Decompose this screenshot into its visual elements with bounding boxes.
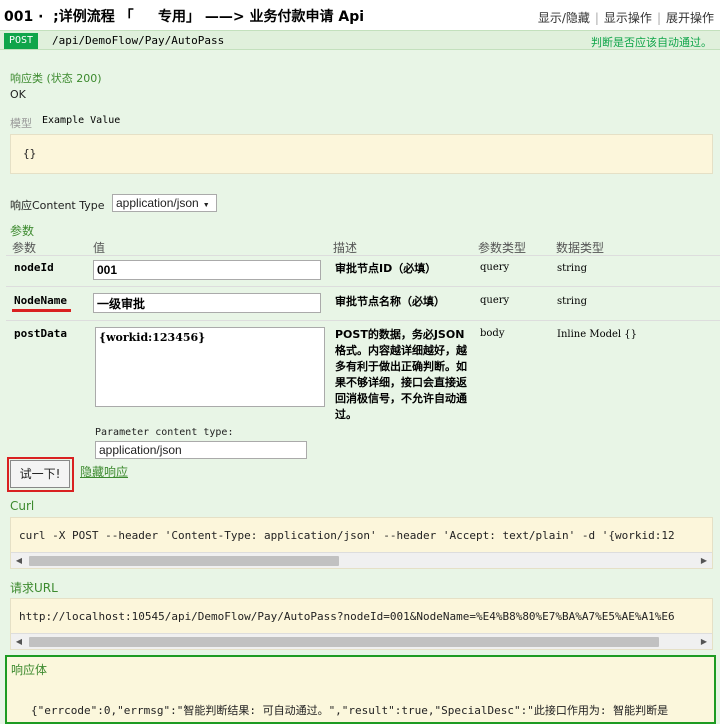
chevron-down-icon: ▼ xyxy=(202,202,210,209)
param-name-postdata: postData xyxy=(14,327,67,340)
scrollbar-thumb[interactable] xyxy=(29,556,339,566)
response-content-type-select[interactable]: application/json ▼ xyxy=(112,194,217,212)
data-type-nodeid: string xyxy=(557,263,587,274)
operation-links: 显示/隐藏 | 显示操作 | 展开操作 xyxy=(538,9,714,26)
response-body-box[interactable]: 响应体 {"errcode":0,"errmsg":"智能判断结果: 可自动通过… xyxy=(5,655,716,724)
column-header-parameter: 参数 xyxy=(12,241,37,255)
curl-box[interactable]: curl -X POST --header 'Content-Type: app… xyxy=(10,517,713,569)
param-input-nodeid[interactable] xyxy=(93,260,321,280)
endpoint-path[interactable]: /api/DemoFlow/Pay/AutoPass xyxy=(52,34,224,47)
table-divider xyxy=(6,286,720,287)
link-separator: | xyxy=(594,11,599,25)
param-name-nodename: NodeName xyxy=(14,294,67,307)
expand-operations-link[interactable]: 展开操作 xyxy=(666,11,714,25)
response-content-type-label: 响应Content Type xyxy=(10,199,105,212)
response-status-text: OK xyxy=(10,88,26,101)
operation-header: 001 · ;详例流程 「 专用」 ——> 业务付款申请 Api 显示/隐藏 | 显… xyxy=(0,0,720,30)
scrollbar-thumb[interactable] xyxy=(29,637,659,647)
operation-title[interactable]: 001 · ;详例流程 「 专用」 ——> 业务付款申请 Api xyxy=(4,6,364,26)
scroll-right-icon[interactable]: ▶ xyxy=(696,634,712,649)
endpoint-summary[interactable]: 判断是否应该自动通过。 xyxy=(591,34,712,50)
request-url-box[interactable]: http://localhost:10545/api/DemoFlow/Pay/… xyxy=(10,598,713,650)
show-operations-link[interactable]: 显示操作 xyxy=(604,11,652,25)
parameters-heading: 参数 xyxy=(10,224,35,238)
link-separator: | xyxy=(656,11,661,25)
param-desc-nodename: 审批节点名称（必填） xyxy=(335,295,445,308)
param-name-nodeid: nodeId xyxy=(14,261,54,274)
model-tab[interactable]: 模型 xyxy=(10,115,32,131)
request-url-heading: 请求URL xyxy=(10,581,58,595)
param-textarea-postdata[interactable]: {workid:123456} xyxy=(95,327,325,407)
example-value-tab[interactable]: Example Value xyxy=(42,115,120,126)
example-value-box: {} xyxy=(10,134,713,174)
parameter-content-type-select[interactable]: application/json xyxy=(95,441,307,459)
data-type-postdata: Inline Model {} xyxy=(557,329,638,340)
curl-text: curl -X POST --header 'Content-Type: app… xyxy=(19,529,675,542)
operation-bar[interactable]: POST /api/DemoFlow/Pay/AutoPass 判断是否应该自动… xyxy=(0,30,720,50)
param-type-nodeid: query xyxy=(480,262,510,273)
example-value-body: {} xyxy=(23,147,37,160)
scroll-left-icon[interactable]: ◀ xyxy=(11,634,27,649)
param-type-nodename: query xyxy=(480,295,510,306)
param-input-nodename[interactable] xyxy=(93,293,321,313)
table-divider xyxy=(6,320,720,321)
response-body-heading: 响应体 xyxy=(11,663,48,677)
http-method-badge: POST xyxy=(4,33,38,49)
hide-response-link[interactable]: 隐藏响应 xyxy=(80,463,128,480)
request-url-scrollbar[interactable]: ◀ ▶ xyxy=(11,633,712,649)
response-content-type-value: application/json xyxy=(116,196,199,210)
request-url-text: http://localhost:10545/api/DemoFlow/Pay/… xyxy=(19,610,675,623)
curl-scrollbar[interactable]: ◀ ▶ xyxy=(11,552,712,568)
try-it-out-button[interactable]: 试一下! xyxy=(10,460,70,488)
param-desc-nodeid: 审批节点ID（必填） xyxy=(335,262,437,275)
response-body-text: {"errcode":0,"errmsg":"智能判断结果: 可自动通过。","… xyxy=(31,704,669,717)
data-type-nodename: string xyxy=(557,296,587,307)
operation-panel: POST /api/DemoFlow/Pay/AutoPass 判断是否应该自动… xyxy=(0,30,720,724)
response-class-heading: 响应类 (状态 200) xyxy=(10,72,102,85)
parameter-content-type-label: Parameter content type: xyxy=(95,427,234,438)
curl-heading: Curl xyxy=(10,499,35,513)
table-divider xyxy=(6,255,720,256)
scroll-left-icon[interactable]: ◀ xyxy=(11,553,27,568)
red-underline-highlight xyxy=(12,309,71,312)
column-header-data-type: 数据类型 xyxy=(556,241,605,255)
param-desc-postdata: POST的数据，务必JSON格式。内容越详细越好，越多有利于做出正确判断。如果不… xyxy=(335,328,467,421)
scroll-right-icon[interactable]: ▶ xyxy=(696,553,712,568)
column-header-description: 描述 xyxy=(333,241,358,255)
parameter-content-type-value: application/json xyxy=(99,443,182,457)
param-type-postdata: body xyxy=(480,328,505,339)
column-header-value: 值 xyxy=(93,241,106,255)
toggle-show-hide-link[interactable]: 显示/隐藏 xyxy=(538,11,590,25)
column-header-parameter-type: 参数类型 xyxy=(478,241,527,255)
